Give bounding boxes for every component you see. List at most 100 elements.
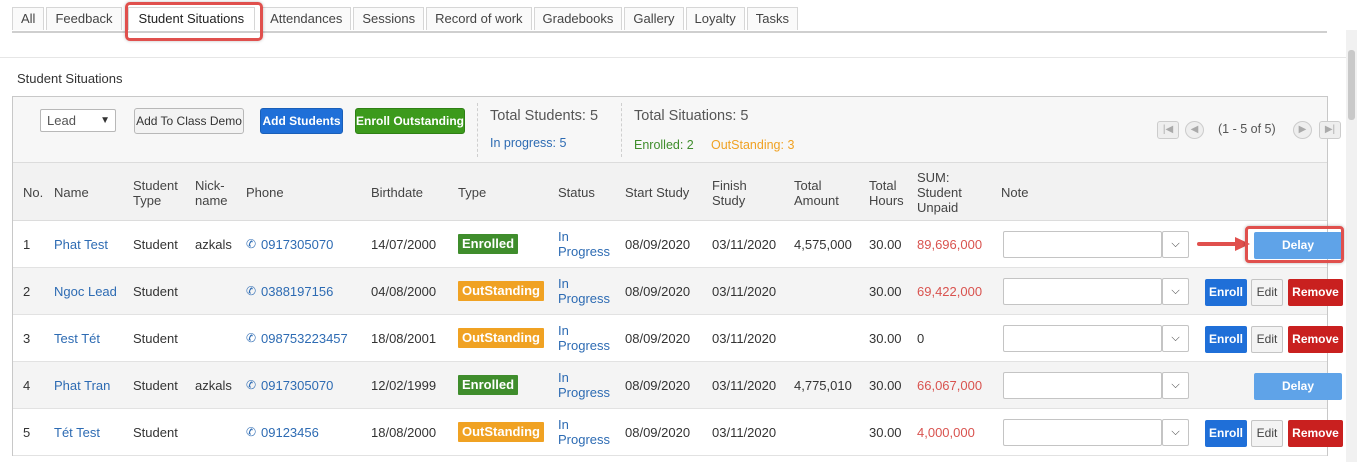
note-input[interactable] — [1003, 419, 1162, 446]
tab-student-situations[interactable]: Student Situations — [127, 7, 256, 30]
student-unpaid: 66,067,000 — [917, 377, 983, 393]
chevron-down-icon[interactable]: ⌵ — [1162, 372, 1189, 399]
phone-link[interactable]: ✆ 09123456 — [246, 409, 319, 455]
lead-select-value: Lead — [47, 113, 76, 128]
table-row: 1 Phat Test Student azkals ✆ 0917305070 1… — [13, 221, 1342, 268]
tab-loyalty[interactable]: Loyalty — [685, 7, 745, 30]
total-amount: 4,775,010 — [794, 377, 852, 393]
student-name-link[interactable]: Test Tét — [54, 315, 100, 361]
phone-link[interactable]: ✆ 0388197156 — [246, 268, 333, 314]
enroll-outstanding-button[interactable]: Enroll Outstanding — [355, 108, 465, 134]
toolbar: Lead ▼ Add To Class Demo Add Students En… — [13, 97, 1341, 163]
add-students-button[interactable]: Add Students — [260, 108, 343, 134]
student-name-link[interactable]: Phat Test — [54, 221, 108, 267]
student-name-link[interactable]: Tét Test — [54, 409, 100, 455]
add-to-class-demo-button[interactable]: Add To Class Demo — [134, 108, 244, 134]
start-study: 08/09/2020 — [625, 236, 691, 252]
chevron-down-icon[interactable]: ⌵ — [1162, 231, 1189, 258]
type-cell: OutStanding — [458, 409, 544, 455]
col-note: Note — [1001, 185, 1029, 200]
outstanding-badge: OutStanding — [458, 328, 544, 348]
row-number: 5 — [23, 424, 31, 440]
first-page-icon[interactable]: |◀ — [1157, 121, 1179, 139]
enroll-button[interactable]: Enroll — [1205, 326, 1247, 353]
finish-study: 03/11/2020 — [712, 283, 777, 299]
note-input[interactable] — [1003, 372, 1162, 399]
note-input[interactable] — [1003, 278, 1162, 305]
col-student-type: Student Type — [133, 178, 178, 208]
student-name-link[interactable]: Phat Tran — [54, 362, 110, 408]
col-birthdate: Birthdate — [371, 185, 424, 200]
tab-all[interactable]: All — [12, 7, 45, 30]
page-scrollbar[interactable] — [1346, 30, 1357, 462]
remove-button[interactable]: Remove — [1288, 279, 1343, 306]
type-cell: OutStanding — [458, 315, 544, 361]
edit-button[interactable]: Edit — [1251, 420, 1283, 447]
phone-link[interactable]: ✆ 098753223457 — [246, 315, 348, 361]
edit-button[interactable]: Edit — [1251, 279, 1283, 306]
birthdate: 14/07/2000 — [371, 236, 437, 252]
col-student-unpaid: SUM: Student Unpaid — [917, 170, 962, 215]
next-page-icon[interactable]: ▶ — [1293, 121, 1312, 139]
col-status: Status — [558, 185, 595, 200]
phone-link[interactable]: ✆ 0917305070 — [246, 221, 333, 267]
divider — [0, 57, 1357, 58]
phone-icon: ✆ — [246, 331, 257, 345]
table-header: No. Name Student Type Nick-name Phone Bir… — [13, 163, 1327, 221]
col-no: No. — [23, 185, 44, 200]
start-study: 08/09/2020 — [625, 330, 691, 346]
remove-button[interactable]: Remove — [1288, 420, 1343, 447]
chevron-down-icon[interactable]: ⌵ — [1162, 419, 1189, 446]
tab-attendances[interactable]: Attendances — [261, 7, 352, 30]
row-number: 2 — [23, 283, 31, 299]
arrow-annotation — [1197, 237, 1250, 251]
note-input[interactable] — [1003, 231, 1162, 258]
toolbar-divider — [477, 103, 478, 157]
delay-button[interactable]: Delay — [1254, 232, 1342, 259]
last-page-icon[interactable]: ▶| — [1319, 121, 1341, 139]
enroll-button[interactable]: Enroll — [1205, 279, 1247, 306]
edit-button[interactable]: Edit — [1251, 326, 1283, 353]
student-unpaid: 89,696,000 — [917, 236, 983, 252]
outstanding-badge: OutStanding — [458, 281, 544, 301]
student-situations-panel: Lead ▼ Add To Class Demo Add Students En… — [12, 96, 1343, 456]
section-title: Student Situations — [17, 71, 123, 86]
nickname: azkals — [195, 236, 232, 252]
tab-record-of-work[interactable]: Record of work — [426, 7, 532, 30]
student-unpaid: 69,422,000 — [917, 283, 983, 299]
total-hours: 30.00 — [869, 424, 902, 440]
outstanding-count[interactable]: OutStanding: 3 — [711, 138, 794, 152]
student-type: Student — [133, 236, 178, 252]
lead-select[interactable]: Lead ▼ — [40, 109, 116, 132]
status-cell: In Progress — [558, 417, 611, 447]
enroll-button[interactable]: Enroll — [1205, 420, 1247, 447]
student-name-link[interactable]: Ngoc Lead — [54, 268, 117, 314]
enrolled-badge: Enrolled — [458, 234, 519, 254]
type-cell: OutStanding — [458, 268, 544, 314]
chevron-down-icon[interactable]: ⌵ — [1162, 278, 1189, 305]
row-number: 1 — [23, 236, 31, 252]
total-situations: Total Situations: 5 — [634, 108, 749, 124]
student-type: Student — [133, 283, 178, 299]
type-cell: Enrolled — [458, 362, 519, 408]
in-progress-count[interactable]: In progress: 5 — [490, 136, 566, 150]
tab-sessions[interactable]: Sessions — [353, 7, 425, 30]
tab-feedback[interactable]: Feedback — [46, 7, 122, 30]
phone-link[interactable]: ✆ 0917305070 — [246, 362, 333, 408]
prev-page-icon[interactable]: ◀ — [1185, 121, 1204, 139]
enrolled-count[interactable]: Enrolled: 2 — [634, 138, 694, 152]
note-input[interactable] — [1003, 325, 1162, 352]
birthdate: 12/02/1999 — [371, 377, 437, 393]
status-cell: In Progress — [558, 229, 611, 259]
phone-icon: ✆ — [246, 284, 257, 298]
scrollbar-thumb[interactable] — [1348, 50, 1355, 120]
tab-gradebooks[interactable]: Gradebooks — [533, 7, 623, 30]
tab-gallery[interactable]: Gallery — [624, 7, 684, 30]
delay-button[interactable]: Delay — [1254, 373, 1342, 400]
remove-button[interactable]: Remove — [1288, 326, 1343, 353]
chevron-down-icon[interactable]: ⌵ — [1162, 325, 1189, 352]
nickname: azkals — [195, 377, 232, 393]
tab-tasks[interactable]: Tasks — [746, 7, 798, 30]
status-cell: In Progress — [558, 323, 611, 353]
total-hours: 30.00 — [869, 236, 902, 252]
